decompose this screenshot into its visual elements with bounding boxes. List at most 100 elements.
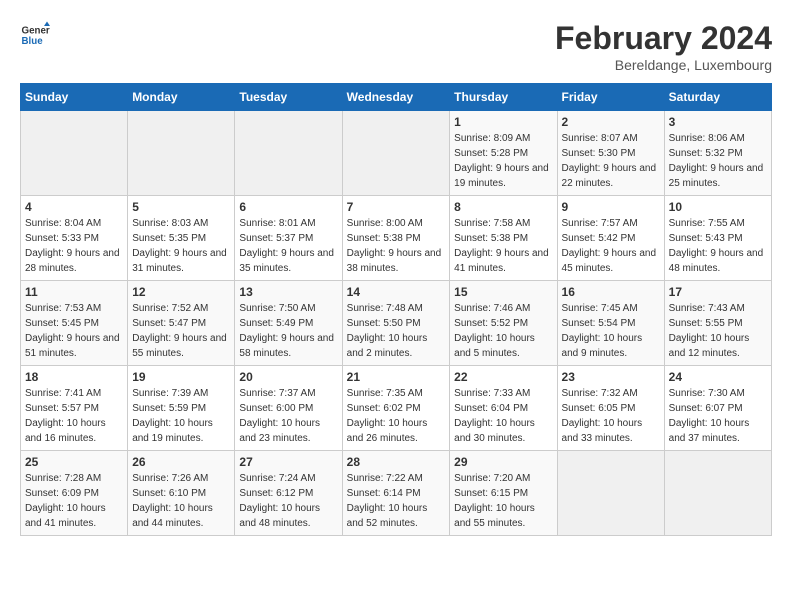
day-number: 8 xyxy=(454,200,552,214)
calendar-cell: 7 Sunrise: 8:00 AMSunset: 5:38 PMDaylight… xyxy=(342,196,450,281)
weekday-header: Monday xyxy=(128,84,235,111)
calendar-week-row: 25 Sunrise: 7:28 AMSunset: 6:09 PMDayligh… xyxy=(21,451,772,536)
day-number: 7 xyxy=(347,200,446,214)
calendar-table: SundayMondayTuesdayWednesdayThursdayFrid… xyxy=(20,83,772,536)
day-info: Sunrise: 8:09 AMSunset: 5:28 PMDaylight:… xyxy=(454,131,552,191)
day-number: 11 xyxy=(25,285,123,299)
weekday-header: Tuesday xyxy=(235,84,342,111)
weekday-header: Saturday xyxy=(664,84,771,111)
calendar-cell: 2 Sunrise: 8:07 AMSunset: 5:30 PMDaylight… xyxy=(557,111,664,196)
day-number: 3 xyxy=(669,115,767,129)
day-number: 1 xyxy=(454,115,552,129)
svg-text:Blue: Blue xyxy=(22,36,44,47)
calendar-cell: 9Sunrise: 7:57 AMSunset: 5:42 PMDaylight… xyxy=(557,196,664,281)
calendar-cell: 8 Sunrise: 7:58 AMSunset: 5:38 PMDaylight… xyxy=(450,196,557,281)
logo: General Blue xyxy=(20,20,50,50)
day-number: 19 xyxy=(132,370,230,384)
calendar-cell: 14Sunrise: 7:48 AMSunset: 5:50 PMDayligh… xyxy=(342,281,450,366)
day-number: 22 xyxy=(454,370,552,384)
calendar-cell: 11Sunrise: 7:53 AMSunset: 5:45 PMDayligh… xyxy=(21,281,128,366)
day-number: 27 xyxy=(239,455,337,469)
calendar-cell: 25 Sunrise: 7:28 AMSunset: 6:09 PMDayligh… xyxy=(21,451,128,536)
day-number: 10 xyxy=(669,200,767,214)
calendar-cell: 22 Sunrise: 7:33 AMSunset: 6:04 PMDayligh… xyxy=(450,366,557,451)
day-number: 20 xyxy=(239,370,337,384)
calendar-cell: 18 Sunrise: 7:41 AMSunset: 5:57 PMDayligh… xyxy=(21,366,128,451)
day-info: Sunrise: 7:57 AMSunset: 5:42 PMDaylight:… xyxy=(562,216,660,276)
day-number: 25 xyxy=(25,455,123,469)
calendar-cell xyxy=(235,111,342,196)
day-info: Sunrise: 7:50 AMSunset: 5:49 PMDaylight:… xyxy=(239,301,337,361)
calendar-cell: 15Sunrise: 7:46 AMSunset: 5:52 PMDayligh… xyxy=(450,281,557,366)
day-number: 4 xyxy=(25,200,123,214)
calendar-cell: 10Sunrise: 7:55 AMSunset: 5:43 PMDayligh… xyxy=(664,196,771,281)
calendar-cell: 12 Sunrise: 7:52 AMSunset: 5:47 PMDayligh… xyxy=(128,281,235,366)
calendar-cell: 20 Sunrise: 7:37 AMSunset: 6:00 PMDayligh… xyxy=(235,366,342,451)
day-info: Sunrise: 7:43 AMSunset: 5:55 PMDaylight:… xyxy=(669,301,767,361)
day-number: 12 xyxy=(132,285,230,299)
calendar-cell: 6 Sunrise: 8:01 AMSunset: 5:37 PMDaylight… xyxy=(235,196,342,281)
calendar-cell xyxy=(128,111,235,196)
day-info: Sunrise: 7:46 AMSunset: 5:52 PMDaylight:… xyxy=(454,301,552,361)
calendar-cell xyxy=(664,451,771,536)
weekday-header-row: SundayMondayTuesdayWednesdayThursdayFrid… xyxy=(21,84,772,111)
day-number: 6 xyxy=(239,200,337,214)
day-info: Sunrise: 7:41 AMSunset: 5:57 PMDaylight:… xyxy=(25,386,123,446)
day-info: Sunrise: 7:28 AMSunset: 6:09 PMDaylight:… xyxy=(25,471,123,531)
day-info: Sunrise: 7:30 AMSunset: 6:07 PMDaylight:… xyxy=(669,386,767,446)
title-block: February 2024 Bereldange, Luxembourg xyxy=(555,20,772,73)
day-info: Sunrise: 7:22 AMSunset: 6:14 PMDaylight:… xyxy=(347,471,446,531)
day-info: Sunrise: 7:35 AMSunset: 6:02 PMDaylight:… xyxy=(347,386,446,446)
weekday-header: Wednesday xyxy=(342,84,450,111)
calendar-cell: 26Sunrise: 7:26 AMSunset: 6:10 PMDayligh… xyxy=(128,451,235,536)
calendar-cell: 5Sunrise: 8:03 AMSunset: 5:35 PMDaylight… xyxy=(128,196,235,281)
day-info: Sunrise: 7:24 AMSunset: 6:12 PMDaylight:… xyxy=(239,471,337,531)
day-info: Sunrise: 7:26 AMSunset: 6:10 PMDaylight:… xyxy=(132,471,230,531)
calendar-cell: 23Sunrise: 7:32 AMSunset: 6:05 PMDayligh… xyxy=(557,366,664,451)
calendar-week-row: 1 Sunrise: 8:09 AMSunset: 5:28 PMDaylight… xyxy=(21,111,772,196)
day-number: 24 xyxy=(669,370,767,384)
day-number: 28 xyxy=(347,455,446,469)
day-info: Sunrise: 7:32 AMSunset: 6:05 PMDaylight:… xyxy=(562,386,660,446)
day-info: Sunrise: 8:07 AMSunset: 5:30 PMDaylight:… xyxy=(562,131,660,191)
calendar-cell: 19 Sunrise: 7:39 AMSunset: 5:59 PMDayligh… xyxy=(128,366,235,451)
day-number: 18 xyxy=(25,370,123,384)
day-number: 13 xyxy=(239,285,337,299)
day-info: Sunrise: 8:06 AMSunset: 5:32 PMDaylight:… xyxy=(669,131,767,191)
calendar-cell: 16 Sunrise: 7:45 AMSunset: 5:54 PMDayligh… xyxy=(557,281,664,366)
day-info: Sunrise: 8:04 AMSunset: 5:33 PMDaylight:… xyxy=(25,216,123,276)
page-header: General Blue February 2024 Bereldange, L… xyxy=(20,20,772,73)
day-info: Sunrise: 7:39 AMSunset: 5:59 PMDaylight:… xyxy=(132,386,230,446)
calendar-cell: 13 Sunrise: 7:50 AMSunset: 5:49 PMDayligh… xyxy=(235,281,342,366)
day-info: Sunrise: 8:00 AMSunset: 5:38 PMDaylight:… xyxy=(347,216,446,276)
weekday-header: Friday xyxy=(557,84,664,111)
month-title: February 2024 xyxy=(555,20,772,57)
day-info: Sunrise: 8:01 AMSunset: 5:37 PMDaylight:… xyxy=(239,216,337,276)
svg-text:General: General xyxy=(22,26,51,37)
day-info: Sunrise: 7:58 AMSunset: 5:38 PMDaylight:… xyxy=(454,216,552,276)
calendar-cell: 27 Sunrise: 7:24 AMSunset: 6:12 PMDayligh… xyxy=(235,451,342,536)
day-number: 29 xyxy=(454,455,552,469)
day-info: Sunrise: 7:45 AMSunset: 5:54 PMDaylight:… xyxy=(562,301,660,361)
calendar-cell: 4 Sunrise: 8:04 AMSunset: 5:33 PMDaylight… xyxy=(21,196,128,281)
calendar-week-row: 11Sunrise: 7:53 AMSunset: 5:45 PMDayligh… xyxy=(21,281,772,366)
location-subtitle: Bereldange, Luxembourg xyxy=(555,57,772,73)
day-number: 5 xyxy=(132,200,230,214)
day-info: Sunrise: 7:33 AMSunset: 6:04 PMDaylight:… xyxy=(454,386,552,446)
calendar-cell: 24 Sunrise: 7:30 AMSunset: 6:07 PMDayligh… xyxy=(664,366,771,451)
calendar-week-row: 18 Sunrise: 7:41 AMSunset: 5:57 PMDayligh… xyxy=(21,366,772,451)
calendar-cell: 3 Sunrise: 8:06 AMSunset: 5:32 PMDaylight… xyxy=(664,111,771,196)
calendar-cell xyxy=(342,111,450,196)
day-info: Sunrise: 7:52 AMSunset: 5:47 PMDaylight:… xyxy=(132,301,230,361)
calendar-cell xyxy=(557,451,664,536)
calendar-cell: 21Sunrise: 7:35 AMSunset: 6:02 PMDayligh… xyxy=(342,366,450,451)
day-number: 16 xyxy=(562,285,660,299)
calendar-week-row: 4 Sunrise: 8:04 AMSunset: 5:33 PMDaylight… xyxy=(21,196,772,281)
day-info: Sunrise: 7:37 AMSunset: 6:00 PMDaylight:… xyxy=(239,386,337,446)
weekday-header: Sunday xyxy=(21,84,128,111)
calendar-cell: 28 Sunrise: 7:22 AMSunset: 6:14 PMDayligh… xyxy=(342,451,450,536)
day-number: 2 xyxy=(562,115,660,129)
day-info: Sunrise: 7:20 AMSunset: 6:15 PMDaylight:… xyxy=(454,471,552,531)
logo-icon: General Blue xyxy=(20,20,50,50)
day-info: Sunrise: 7:48 AMSunset: 5:50 PMDaylight:… xyxy=(347,301,446,361)
